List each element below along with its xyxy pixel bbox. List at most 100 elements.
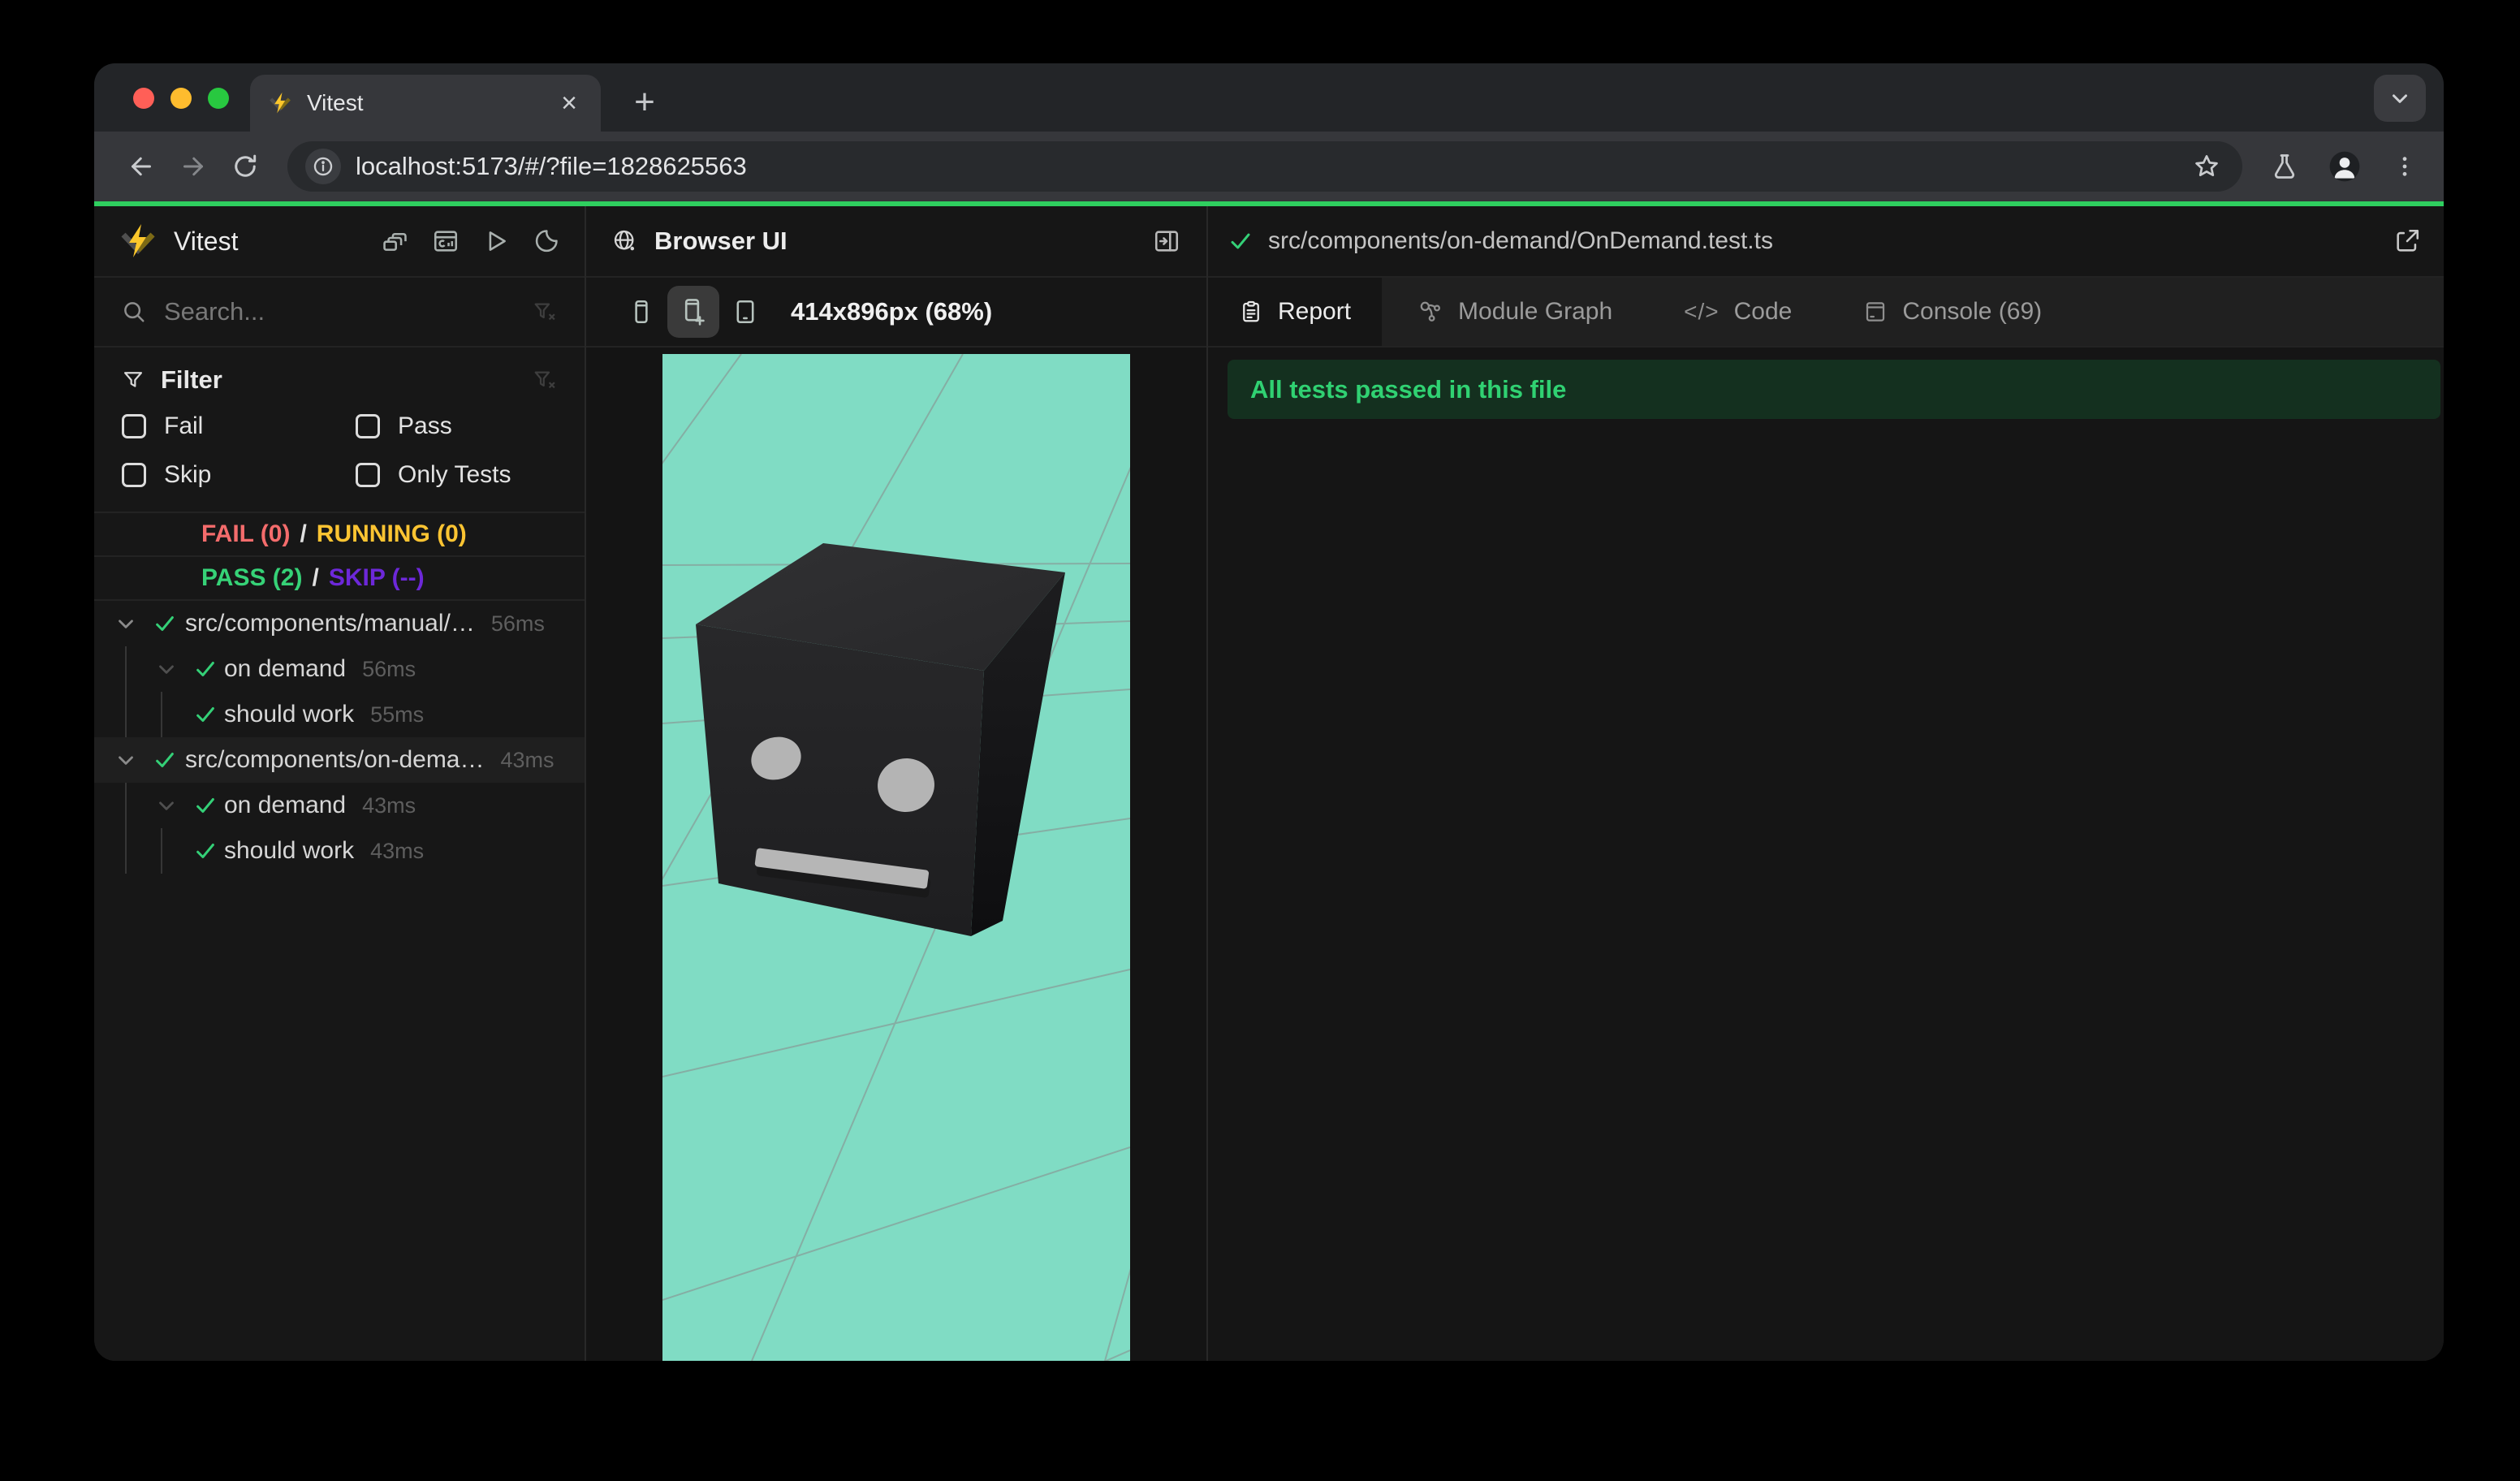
back-button[interactable]: [119, 144, 164, 189]
tab-report[interactable]: Report: [1208, 278, 1383, 346]
console-icon: [1866, 302, 1885, 322]
pass-check-icon: [1231, 233, 1250, 249]
phone-plus-icon: [684, 299, 705, 326]
tree-row-suite[interactable]: on demand 56ms: [94, 646, 585, 692]
external-link-icon: [2397, 229, 2419, 252]
clear-search-button[interactable]: [533, 300, 557, 324]
indent-guide: [125, 646, 127, 692]
filter-option-pass[interactable]: Pass: [356, 406, 557, 447]
browser-preview-area: [586, 348, 1206, 1361]
device-tablet-button[interactable]: [719, 286, 771, 338]
theme-toggle-button[interactable]: [533, 227, 560, 255]
tab-search-chevron-button[interactable]: [2374, 75, 2426, 122]
profile-button[interactable]: [2325, 144, 2364, 189]
browser-panel-header: Browser UI: [586, 206, 1206, 278]
tab-console[interactable]: Console (69): [1827, 278, 2078, 346]
chevron-down-icon[interactable]: [114, 611, 138, 636]
checkbox-pass[interactable]: [356, 414, 380, 438]
skip-count: SKIP (--): [328, 564, 425, 591]
module-graph-icon: [1420, 301, 1440, 322]
tree-row-file-manual[interactable]: src/components/manual/… 56ms: [94, 601, 585, 646]
forward-button[interactable]: [170, 144, 216, 189]
stacked-windows-icon: [383, 232, 407, 251]
site-info-button[interactable]: [305, 149, 341, 184]
chevron-down-icon[interactable]: [154, 793, 179, 818]
forward-arrow-icon: [183, 157, 203, 176]
tab-strip: Vitest × +: [94, 63, 2444, 132]
filter-option-fail[interactable]: Fail: [122, 406, 356, 447]
chevron-down-icon[interactable]: [154, 657, 179, 681]
filter-option-skip[interactable]: Skip: [122, 455, 356, 495]
tree-row-suite[interactable]: on demand 43ms: [94, 783, 585, 828]
checkbox-only-tests[interactable]: [356, 463, 380, 487]
zoom-window-button[interactable]: [208, 88, 229, 109]
phone-icon: [635, 300, 648, 324]
tab-code[interactable]: </> Code: [1648, 278, 1827, 346]
viewport-size-label: 414x896px (68%): [791, 297, 993, 326]
pass-check-icon: [196, 844, 214, 858]
reload-button[interactable]: [222, 144, 268, 189]
sidebar: Vitest Search... Filter Fail Pass Skip O…: [94, 206, 585, 1361]
moon-icon: [535, 230, 558, 253]
filter-header: Filter: [122, 361, 557, 399]
vitest-favicon: [270, 92, 291, 114]
fail-count: FAIL (0): [201, 520, 291, 547]
running-count: RUNNING (0): [316, 520, 467, 547]
browser-menu-button[interactable]: [2385, 144, 2424, 189]
checkbox-skip[interactable]: [122, 463, 146, 487]
funnel-icon: [123, 372, 143, 387]
status-line-1: FAIL (0) / RUNNING (0): [94, 513, 585, 557]
browser-window: Vitest × + localhost:5173/#/?file=182862…: [94, 63, 2444, 1361]
url-bar[interactable]: localhost:5173/#/?file=1828625563: [287, 141, 2242, 192]
bookmark-button[interactable]: [2189, 149, 2224, 184]
filter-panel: Filter Fail Pass Skip Only Tests: [94, 348, 585, 513]
sidebar-header: Vitest: [94, 206, 585, 278]
tab-module-graph[interactable]: Module Graph: [1382, 278, 1648, 346]
dashboard-button[interactable]: [432, 227, 460, 255]
minimize-window-button[interactable]: [170, 88, 192, 109]
play-icon: [489, 231, 506, 251]
flask-icon: [2274, 154, 2295, 179]
tab-title: Vitest: [307, 90, 364, 115]
robot-head: [696, 543, 1065, 936]
new-tab-button[interactable]: +: [622, 80, 667, 125]
experiments-button[interactable]: [2265, 144, 2304, 189]
browser-viewport[interactable]: [662, 354, 1130, 1361]
close-window-button[interactable]: [133, 88, 154, 109]
browser-toolbar: localhost:5173/#/?file=1828625563: [94, 132, 2444, 201]
indent-guide: [161, 692, 162, 737]
sidebar-actions: [382, 227, 560, 255]
dock-panel-button[interactable]: [1153, 227, 1180, 255]
close-tab-icon[interactable]: ×: [555, 88, 583, 119]
vitest-ui: Vitest Search... Filter Fail Pass Skip O…: [94, 206, 2444, 1361]
run-all-button[interactable]: [482, 227, 510, 255]
collapse-windows-button[interactable]: [382, 227, 409, 255]
open-in-editor-button[interactable]: [2393, 227, 2421, 255]
filter-option-only-tests[interactable]: Only Tests: [356, 455, 557, 495]
toolbar-actions: [2265, 144, 2424, 189]
clear-filter-button[interactable]: [533, 368, 557, 392]
panel-expand-icon: [1154, 231, 1179, 252]
chevron-down-icon[interactable]: [114, 748, 138, 772]
pass-check-icon: [196, 798, 214, 813]
test-tree: src/components/manual/… 56ms on demand 5…: [94, 601, 585, 1361]
checkbox-fail[interactable]: [122, 414, 146, 438]
chevron-down-icon: [2393, 94, 2407, 103]
star-icon: [2195, 155, 2218, 176]
filter-title: Filter: [161, 365, 222, 394]
pass-check-icon: [196, 662, 214, 676]
reload-icon: [235, 154, 257, 177]
tree-row-test[interactable]: should work 55ms: [94, 692, 585, 737]
browser-tab-vitest[interactable]: Vitest ×: [250, 75, 601, 132]
traffic-lights: [133, 88, 229, 109]
tree-row-file-on-demand[interactable]: src/components/on-dema… 43ms: [94, 737, 585, 783]
device-mobile-button[interactable]: [615, 286, 667, 338]
search-input[interactable]: Search...: [94, 278, 585, 348]
vitest-logo-icon: [121, 224, 155, 257]
tree-row-test[interactable]: should work 43ms: [94, 828, 585, 874]
device-mobile-large-button[interactable]: [667, 286, 719, 338]
search-icon: [124, 302, 145, 322]
report-content: All tests passed in this file: [1208, 348, 2444, 1361]
info-icon: [313, 157, 333, 176]
all-tests-passed-banner: All tests passed in this file: [1228, 360, 2440, 419]
